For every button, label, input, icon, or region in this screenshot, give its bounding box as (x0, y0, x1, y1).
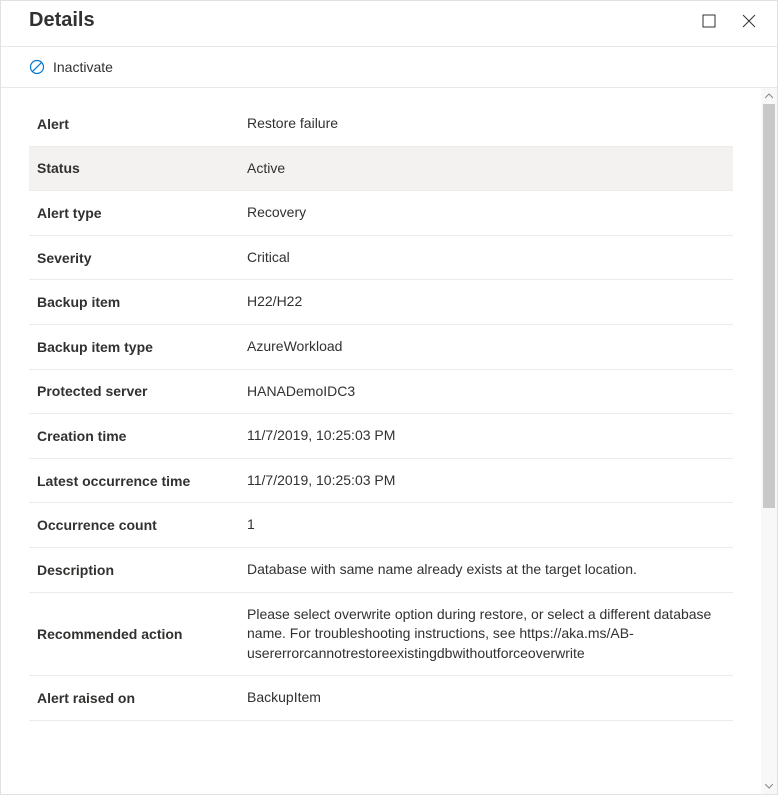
table-row: Backup itemH22/H22 (29, 280, 733, 325)
row-value: Restore failure (239, 102, 733, 146)
details-window: Details Inactivate AlertRestore failureS… (0, 0, 778, 795)
table-row: DescriptionDatabase with same name alrea… (29, 547, 733, 592)
row-value: Please select overwrite option during re… (239, 592, 733, 676)
row-value: H22/H22 (239, 280, 733, 325)
row-value: Database with same name already exists a… (239, 547, 733, 592)
row-label: Recommended action (29, 592, 239, 676)
row-value: HANADemoIDC3 (239, 369, 733, 414)
titlebar: Details (1, 1, 777, 47)
row-value: 11/7/2019, 10:25:03 PM (239, 458, 733, 503)
scrollbar-thumb[interactable] (763, 104, 775, 508)
row-label: Severity (29, 235, 239, 280)
row-label: Latest occurrence time (29, 458, 239, 503)
scrollbar-up-arrow[interactable] (761, 88, 777, 104)
close-button[interactable] (739, 11, 759, 31)
table-row: AlertRestore failure (29, 102, 733, 146)
row-label: Backup item (29, 280, 239, 325)
content-area: AlertRestore failureStatusActiveAlert ty… (1, 88, 777, 794)
table-row: StatusActive (29, 146, 733, 191)
row-value: Critical (239, 235, 733, 280)
row-label: Alert (29, 102, 239, 146)
table-row: Latest occurrence time11/7/2019, 10:25:0… (29, 458, 733, 503)
row-label: Description (29, 547, 239, 592)
table-row: Occurrence count1 (29, 503, 733, 548)
content-inner: AlertRestore failureStatusActiveAlert ty… (1, 88, 761, 735)
maximize-icon (702, 14, 716, 28)
row-label: Occurrence count (29, 503, 239, 548)
window-controls (699, 11, 759, 31)
row-label: Protected server (29, 369, 239, 414)
table-row: Alert raised onBackupItem (29, 676, 733, 721)
row-value: 11/7/2019, 10:25:03 PM (239, 414, 733, 459)
toolbar: Inactivate (1, 47, 777, 88)
row-value: 1 (239, 503, 733, 548)
scrollbar-track[interactable] (761, 104, 777, 778)
row-label: Backup item type (29, 324, 239, 369)
scrollbar-down-arrow[interactable] (761, 778, 777, 794)
table-row: Creation time11/7/2019, 10:25:03 PM (29, 414, 733, 459)
row-value: BackupItem (239, 676, 733, 721)
close-icon (742, 14, 756, 28)
table-row: Backup item typeAzureWorkload (29, 324, 733, 369)
inactivate-label: Inactivate (53, 59, 113, 75)
row-value: Recovery (239, 191, 733, 236)
table-row: SeverityCritical (29, 235, 733, 280)
table-row: Recommended actionPlease select overwrit… (29, 592, 733, 676)
table-row: Protected serverHANADemoIDC3 (29, 369, 733, 414)
details-table: AlertRestore failureStatusActiveAlert ty… (29, 102, 733, 721)
window-title: Details (29, 9, 95, 32)
maximize-button[interactable] (699, 11, 719, 31)
chevron-down-icon (765, 783, 773, 789)
row-label: Alert raised on (29, 676, 239, 721)
inactivate-icon (29, 59, 45, 75)
inactivate-button[interactable]: Inactivate (29, 59, 113, 75)
row-label: Creation time (29, 414, 239, 459)
row-value: AzureWorkload (239, 324, 733, 369)
chevron-up-icon (765, 93, 773, 99)
table-row: Alert typeRecovery (29, 191, 733, 236)
scrollbar[interactable] (761, 88, 777, 794)
row-label: Alert type (29, 191, 239, 236)
row-value: Active (239, 146, 733, 191)
row-label: Status (29, 146, 239, 191)
